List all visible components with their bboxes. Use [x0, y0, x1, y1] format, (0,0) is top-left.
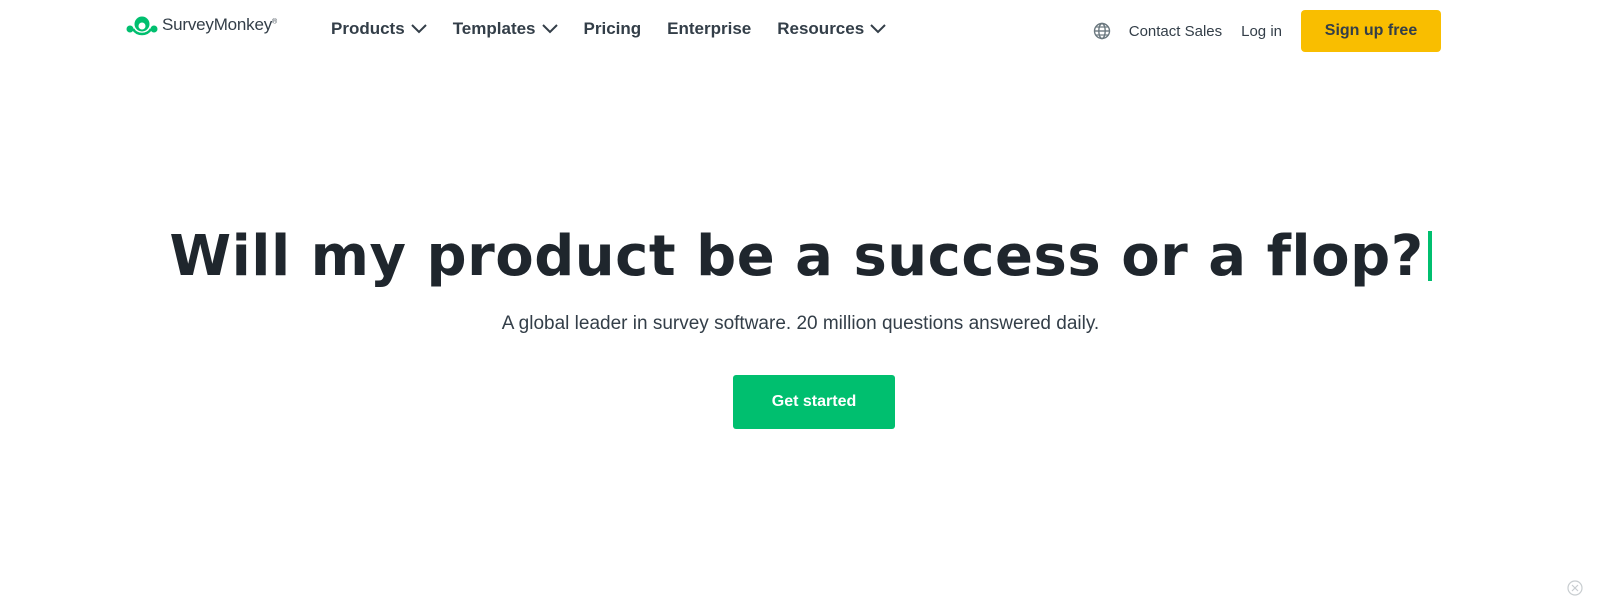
hero-title: Will my product be a success or a flop? [0, 224, 1601, 289]
nav-resources[interactable]: Resources [777, 19, 886, 39]
nav-pricing[interactable]: Pricing [584, 19, 642, 39]
nav-enterprise-label: Enterprise [667, 19, 752, 38]
get-started-button[interactable]: Get started [733, 375, 895, 429]
nav-templates[interactable]: Templates [453, 19, 558, 39]
typing-cursor [1427, 231, 1432, 281]
nav-products-label: Products [331, 19, 405, 38]
surveymonkey-logo[interactable]: SurveyMonkey® [126, 14, 277, 36]
contact-sales-link[interactable]: Contact Sales [1129, 23, 1222, 40]
hero-title-text: Will my product be a success or a flop? [169, 224, 1424, 289]
sign-up-free-button[interactable]: Sign up free [1301, 10, 1441, 52]
main-nav: Products Templates Pricing Enterprise Re… [331, 18, 912, 40]
nav-resources-label: Resources [777, 19, 865, 38]
logo-wordmark: SurveyMonkey® [162, 15, 278, 34]
monkey-logo-icon [126, 14, 158, 36]
close-icon[interactable] [1567, 580, 1583, 596]
chevron-down-icon [541, 24, 558, 34]
nav-templates-label: Templates [452, 19, 536, 38]
logo-trademark: ® [272, 18, 278, 26]
page: SurveyMonkey® Products Templates Pricing… [0, 0, 1601, 604]
header-actions: Contact Sales Log in Sign up free [1093, 10, 1441, 52]
nav-products[interactable]: Products [331, 19, 427, 39]
site-header: SurveyMonkey® Products Templates Pricing… [0, 0, 1601, 62]
login-link[interactable]: Log in [1241, 23, 1282, 40]
chevron-down-icon [410, 24, 427, 34]
hero-subtitle: A global leader in survey software. 20 m… [501, 313, 1100, 334]
nav-pricing-label: Pricing [583, 19, 642, 38]
nav-enterprise[interactable]: Enterprise [667, 19, 751, 39]
globe-icon[interactable] [1093, 22, 1111, 40]
chevron-down-icon [870, 24, 886, 34]
